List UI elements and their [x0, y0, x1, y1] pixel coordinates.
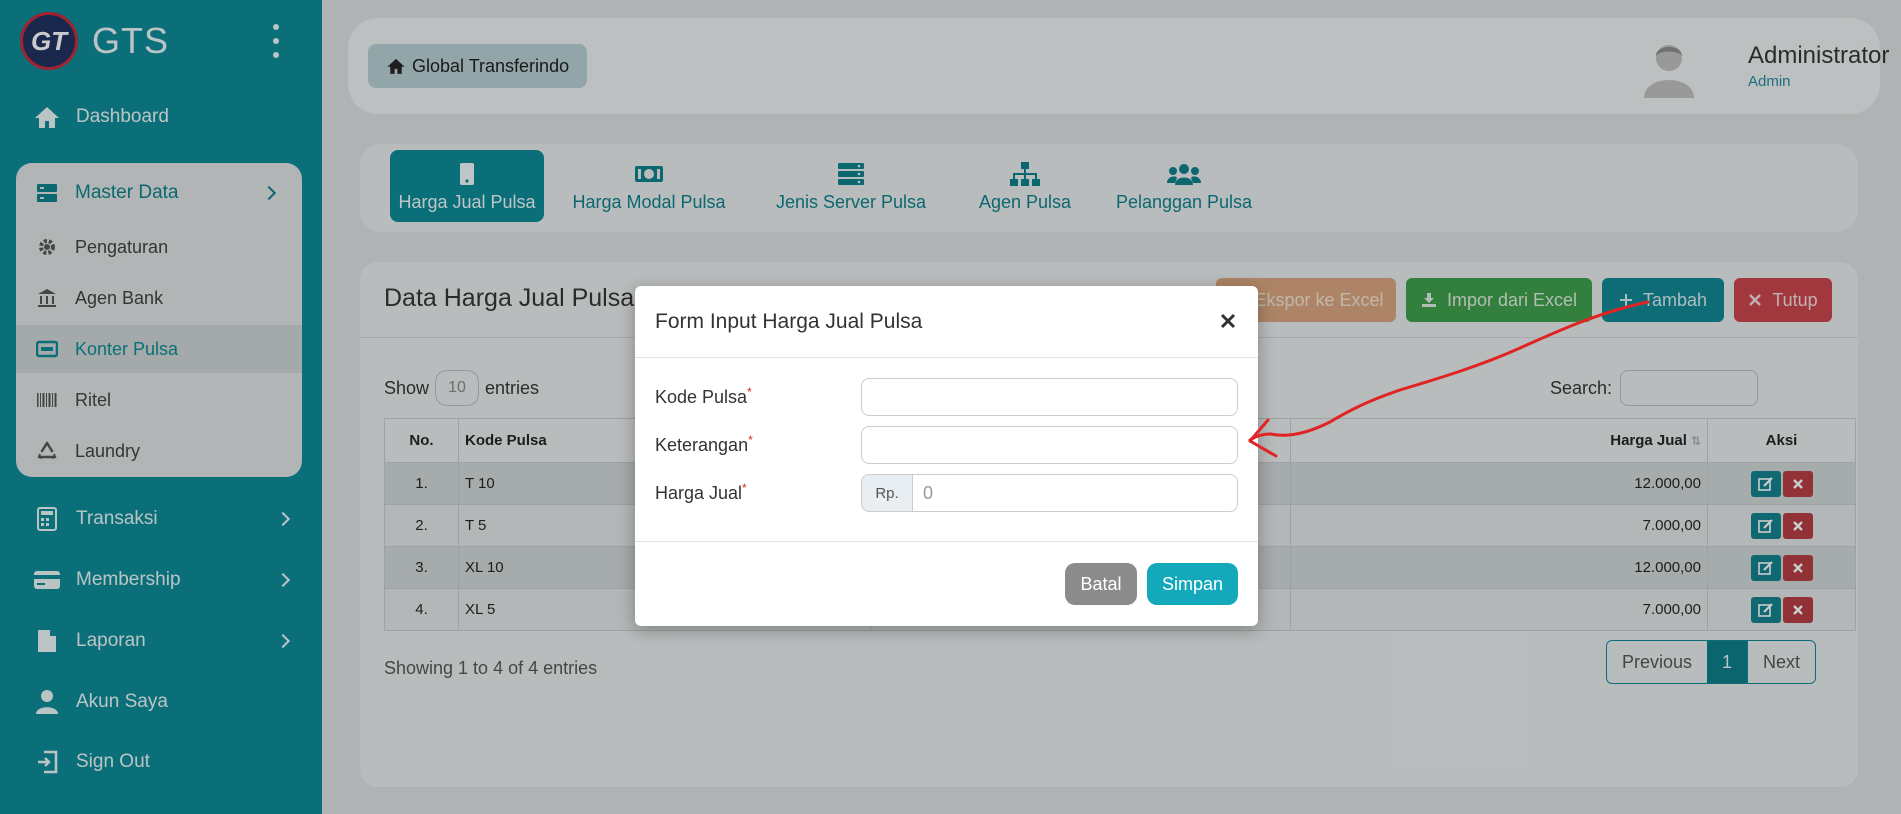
field-label-text: Keterangan [655, 435, 749, 455]
modal-title: Form Input Harga Jual Pulsa [655, 310, 923, 333]
field-label-text: Kode Pulsa [655, 387, 748, 407]
modal-footer-divider [635, 541, 1258, 542]
currency-addon: Rp. [861, 474, 912, 512]
harga-jual-input[interactable]: 0 [912, 474, 1238, 512]
kode-pulsa-input[interactable] [861, 378, 1238, 416]
required-mark: * [748, 433, 753, 447]
save-button[interactable]: Simpan [1147, 563, 1238, 605]
required-mark: * [747, 385, 752, 399]
kode-pulsa-label: Kode Pulsa* [655, 385, 752, 408]
modal-header: Form Input Harga Jual Pulsa [635, 286, 1258, 358]
form-modal: Form Input Harga Jual Pulsa Kode Pulsa* … [635, 286, 1258, 626]
cancel-button[interactable]: Batal [1065, 563, 1137, 605]
harga-jual-group: Rp. 0 [861, 474, 1238, 512]
keterangan-input[interactable] [861, 426, 1238, 464]
close-icon [1220, 313, 1236, 329]
keterangan-label: Keterangan* [655, 433, 753, 456]
required-mark: * [742, 481, 747, 495]
field-label-text: Harga Jual [655, 483, 743, 503]
close-modal-button[interactable] [1218, 310, 1238, 332]
harga-jual-label: Harga Jual* [655, 481, 747, 504]
